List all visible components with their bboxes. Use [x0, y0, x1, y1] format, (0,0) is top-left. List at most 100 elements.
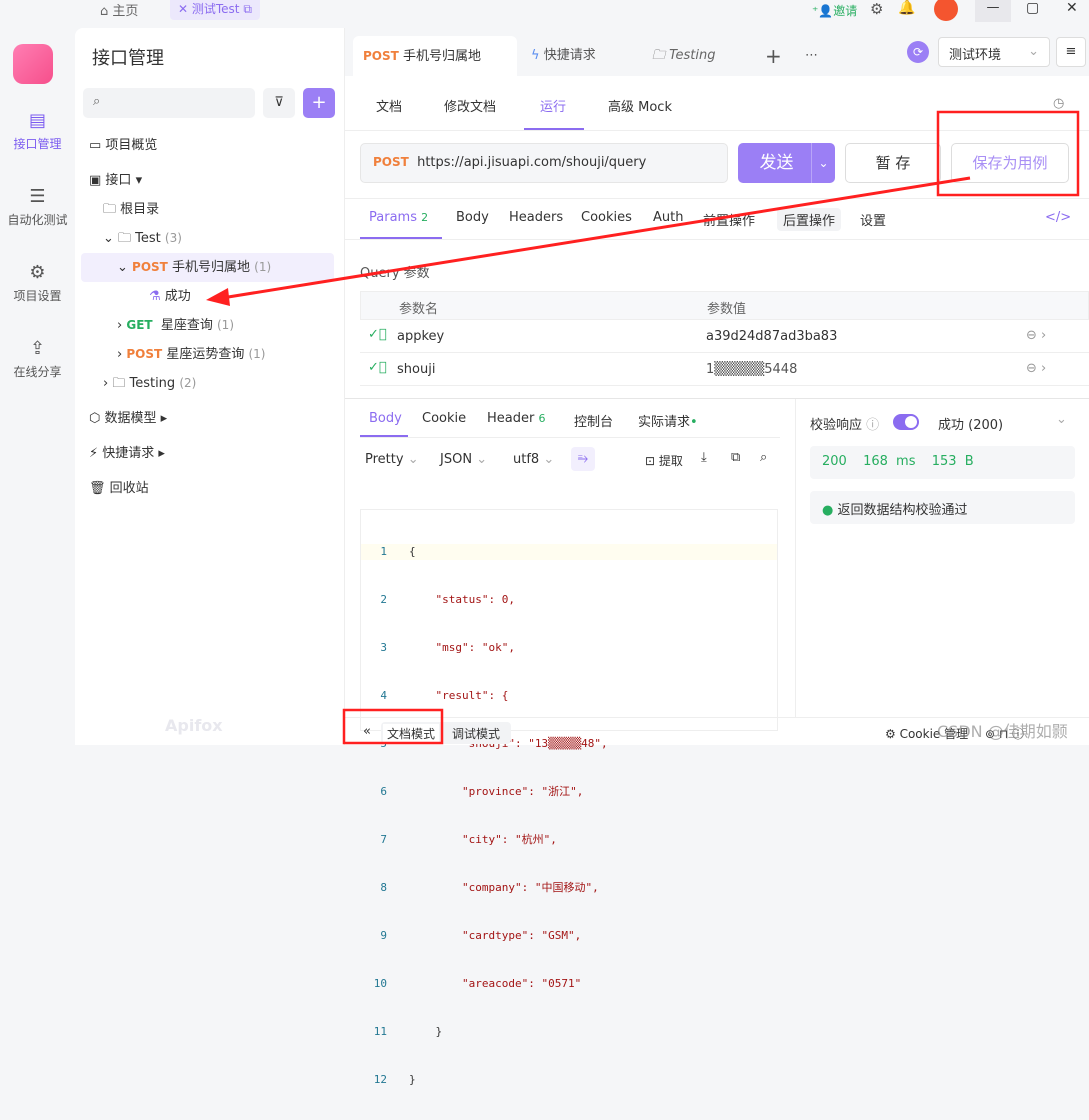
- csdn-watermark: CSDN @佳期如颢: [937, 722, 1068, 741]
- tab-post[interactable]: 后置操作: [777, 208, 842, 231]
- add-button[interactable]: +: [303, 88, 335, 118]
- project-tab[interactable]: ✕ 测试Test ⧉: [170, 0, 260, 20]
- tree-api-phone[interactable]: ⌄ POST 手机号归属地 (1): [81, 253, 334, 282]
- rail-item-share[interactable]: ⇪ 在线分享: [0, 338, 75, 380]
- format-select[interactable]: Pretty ⌄: [365, 452, 419, 467]
- tree-trash[interactable]: 🗑 回收站: [81, 474, 334, 503]
- project-settings-icon: ⚙: [29, 262, 46, 283]
- case-icon: ⚗: [149, 289, 161, 304]
- send-button[interactable]: 发送 ⌄: [738, 143, 835, 183]
- bell-icon[interactable]: 🔔: [898, 0, 915, 16]
- tree-folder-test[interactable]: ⌄ 🗀 Test (3): [81, 224, 334, 253]
- resp-tab-actual[interactable]: 实际请求•: [638, 411, 698, 430]
- tree-root[interactable]: 🗀 根目录: [81, 195, 334, 224]
- tree-schema[interactable]: ⬡ 数据模型 ▸: [81, 404, 334, 433]
- bottom-bar: « 文档模式 调试模式 ⚙ Cookie 管理 ⊚ ⊓ ⓘ CSDN @佳期如颢: [345, 717, 1089, 745]
- chevron-down-icon[interactable]: ⌄: [1056, 412, 1067, 427]
- collapse-icon[interactable]: «: [363, 724, 371, 739]
- settings-icon[interactable]: ⚙: [870, 0, 883, 18]
- tab-phone[interactable]: POST 手机号归属地: [353, 36, 517, 76]
- wrap-icon[interactable]: ⥱: [571, 447, 595, 471]
- remove-icon[interactable]: ⊖ ›: [1026, 361, 1046, 376]
- save-button[interactable]: 暂 存: [845, 143, 941, 183]
- tab-headers[interactable]: Headers: [509, 210, 563, 225]
- tab-body[interactable]: Body: [456, 210, 489, 225]
- validate-status-select[interactable]: 成功 (200): [938, 414, 1003, 433]
- code-line: 3 "msg": "ok",: [380, 641, 515, 654]
- response-body[interactable]: 1{ 2 "status": 0, 3 "msg": "ok", 4 "resu…: [360, 509, 778, 1086]
- query-title: Query 参数: [360, 266, 430, 281]
- tab-auth[interactable]: Auth: [653, 210, 683, 225]
- tree-api[interactable]: ▣ 接口 ▾: [81, 166, 334, 195]
- tree-quick-request[interactable]: ⚡ 快捷请求 ▸: [81, 439, 334, 468]
- validate-label: 校验响应 ⓘ: [810, 418, 880, 433]
- minimize-button[interactable]: —: [975, 0, 1011, 22]
- code-icon[interactable]: </>: [1045, 210, 1071, 225]
- rail-item-settings[interactable]: ⚙ 项目设置: [0, 262, 75, 304]
- tab-quick[interactable]: ϟ 快捷请求: [531, 36, 596, 76]
- code-line: 4 "result": {: [380, 689, 509, 702]
- tab-cookies[interactable]: Cookies: [581, 210, 632, 225]
- tree-case-success[interactable]: ⚗ 成功: [81, 282, 334, 311]
- checkbox-icon[interactable]: ✓⃝: [368, 360, 387, 375]
- copy-icon[interactable]: ⧉: [731, 450, 740, 465]
- type-select[interactable]: JSON ⌄: [440, 452, 487, 467]
- resp-tab-header[interactable]: Header 6: [487, 411, 545, 426]
- apifox-watermark: Apifox: [165, 716, 223, 735]
- resp-tab-console[interactable]: 控制台: [574, 411, 613, 430]
- home-tab[interactable]: ⌂ 主页: [100, 0, 138, 19]
- tab-testing[interactable]: 🗀 Testing: [652, 36, 715, 76]
- history-icon[interactable]: ◷: [1053, 96, 1064, 111]
- more-tabs-button[interactable]: ⋯: [805, 36, 818, 76]
- home-icon: ⌂: [100, 4, 109, 19]
- rail-item-api[interactable]: ▤ 接口管理: [0, 110, 75, 152]
- code-line: 10 "areacode": "0571": [373, 977, 582, 990]
- url-input[interactable]: POST https://api.jisuapi.com/shouji/quer…: [360, 143, 728, 183]
- doc-mode-button[interactable]: 文档模式: [383, 724, 440, 743]
- env-select[interactable]: 测试环境 ⌄: [938, 37, 1050, 67]
- env-icon[interactable]: ⟳: [907, 41, 929, 63]
- autotest-icon: ☰: [29, 186, 46, 207]
- avatar[interactable]: [934, 0, 958, 21]
- new-tab-button[interactable]: +: [765, 36, 782, 76]
- code-line: 7 "city": "杭州",: [380, 833, 557, 846]
- resp-tab-body[interactable]: Body: [369, 411, 402, 426]
- extract-button[interactable]: ⊡ 提取: [645, 452, 683, 469]
- validate-result: ● 返回数据结构校验通过: [810, 491, 1075, 524]
- subtab-edit-doc[interactable]: 修改文档: [444, 96, 496, 115]
- encoding-select[interactable]: utf8 ⌄: [513, 452, 554, 467]
- checkbox-icon[interactable]: ✓⃝: [368, 327, 387, 342]
- code-line: 12}: [373, 1073, 416, 1086]
- download-icon[interactable]: ⤓: [701, 450, 707, 465]
- tree-api-constellation[interactable]: › GET 星座查询 (1): [81, 311, 334, 340]
- tree-api-fortune[interactable]: › POST 星座运势查询 (1): [81, 340, 334, 369]
- api-icon: ▤: [28, 110, 46, 131]
- subtab-mock[interactable]: 高级 Mock: [608, 96, 672, 115]
- search-input[interactable]: ⌕: [83, 88, 255, 118]
- validation-panel: 校验响应 ⓘ 成功 (200) ⌄ 200 168 ms 153 B ● 返回数…: [796, 399, 1089, 717]
- tree-overview[interactable]: ▭ 项目概览: [81, 131, 334, 160]
- filter-button[interactable]: ⊽: [263, 88, 295, 118]
- remove-icon[interactable]: ⊖ ›: [1026, 328, 1046, 343]
- tree-folder-testing[interactable]: › 🗀 Testing (2): [81, 369, 334, 398]
- resp-tab-cookie[interactable]: Cookie: [422, 411, 466, 426]
- subtab-run[interactable]: 运行: [540, 96, 566, 115]
- validate-toggle[interactable]: [893, 414, 919, 430]
- close-button[interactable]: ✕: [1066, 0, 1078, 16]
- code-line: 11 }: [373, 1025, 443, 1038]
- menu-button[interactable]: ≡: [1056, 37, 1086, 67]
- save-as-case-button[interactable]: 保存为用例: [951, 143, 1069, 183]
- response-stats: 200 168 ms 153 B: [810, 446, 1075, 479]
- sidebar-title: 接口管理: [92, 48, 164, 69]
- tab-params[interactable]: Params 2: [369, 210, 428, 225]
- rail-item-autotest[interactable]: ☰ 自动化测试: [0, 186, 75, 228]
- search-icon[interactable]: ⌕: [760, 450, 767, 465]
- main-panel: POST 手机号归属地 ϟ 快捷请求 🗀 Testing + ⋯ ⟳ 测试环境 ⌄…: [345, 28, 1089, 1086]
- tab-settings[interactable]: 设置: [860, 210, 886, 229]
- code-line: 6 "province": "浙江",: [380, 785, 584, 798]
- debug-mode-button[interactable]: 调试模式: [452, 725, 500, 742]
- invite-button[interactable]: ⁺👤邀请: [812, 2, 857, 19]
- subtab-doc[interactable]: 文档: [376, 96, 402, 115]
- maximize-button[interactable]: ▢: [1026, 0, 1039, 16]
- tab-pre[interactable]: 前置操作: [703, 210, 755, 229]
